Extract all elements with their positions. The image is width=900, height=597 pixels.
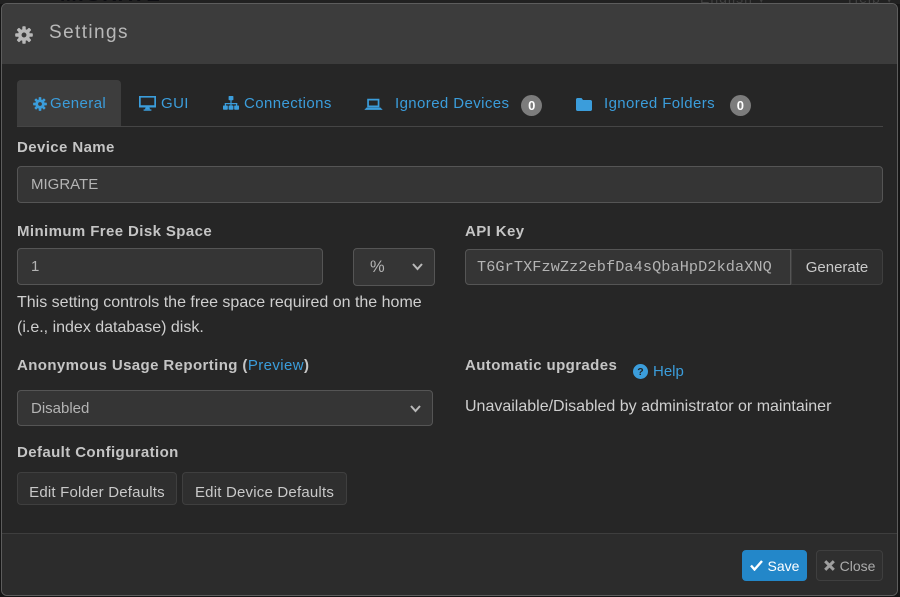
- svg-text:?: ?: [637, 366, 643, 378]
